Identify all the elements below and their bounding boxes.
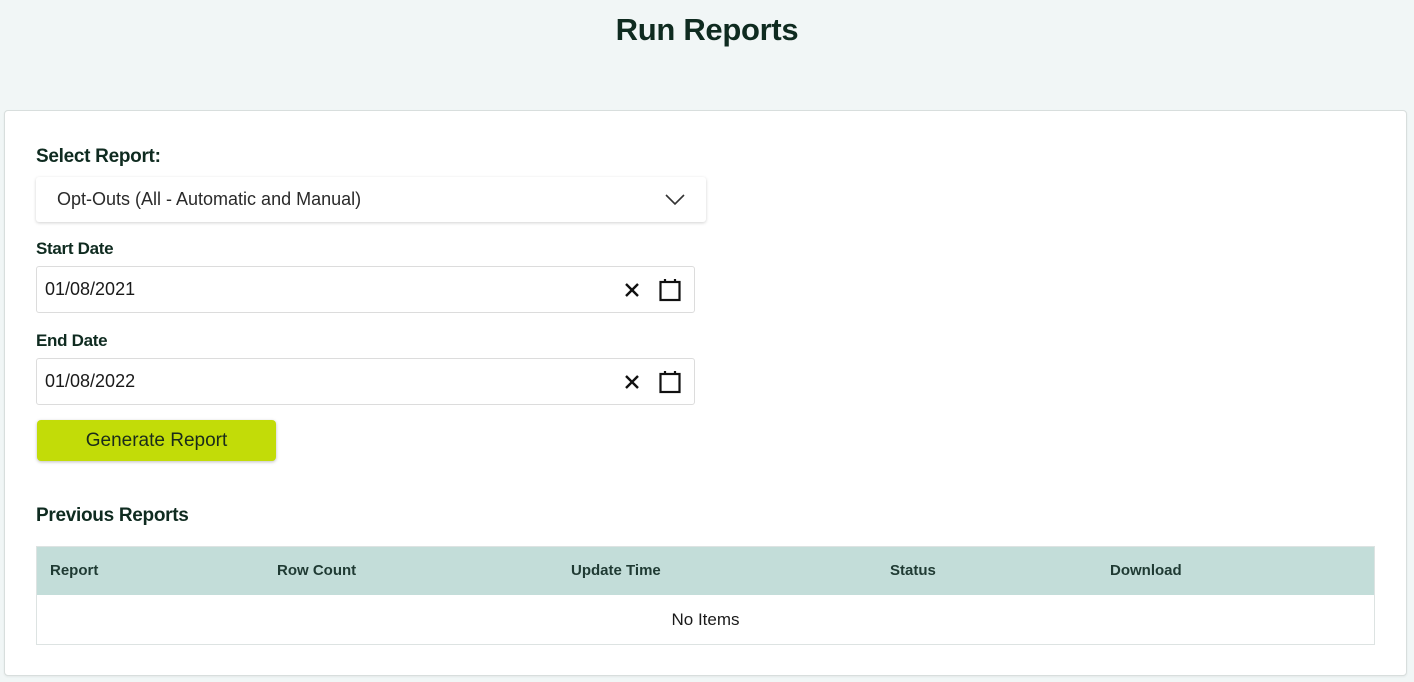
selected-report-value: Opt-Outs (All - Automatic and Manual) [57,189,362,209]
previous-reports-title: Previous Reports [36,505,189,526]
select-report-label: Select Report: [36,146,161,167]
column-header-download[interactable]: Download [1110,562,1182,579]
start-date-input[interactable] [45,279,445,300]
end-date-field [36,358,695,405]
column-header-row-count[interactable]: Row Count [277,562,356,579]
close-icon[interactable] [622,372,642,392]
start-date-field [36,266,695,313]
empty-table-message: No Items [671,610,740,629]
report-card: Select Report: Opt-Outs (All - Automatic… [4,110,1407,676]
column-header-report[interactable]: Report [50,562,98,579]
start-date-label: Start Date [36,239,114,258]
page-title: Run Reports [615,12,799,47]
table-header: Report Row Count Update Time Status Down… [37,547,1374,595]
column-header-update-time[interactable]: Update Time [571,562,661,579]
report-select[interactable]: Opt-Outs (All - Automatic and Manual) [36,177,706,222]
previous-reports-table: Report Row Count Update Time Status Down… [36,546,1375,645]
close-icon[interactable] [622,280,642,300]
calendar-icon[interactable] [658,370,682,394]
end-date-input[interactable] [45,371,445,392]
column-header-status[interactable]: Status [890,562,936,579]
end-date-label: End Date [36,331,108,350]
chevron-down-icon[interactable] [664,189,686,209]
calendar-icon[interactable] [658,278,682,302]
generate-report-button[interactable]: Generate Report [37,420,276,461]
